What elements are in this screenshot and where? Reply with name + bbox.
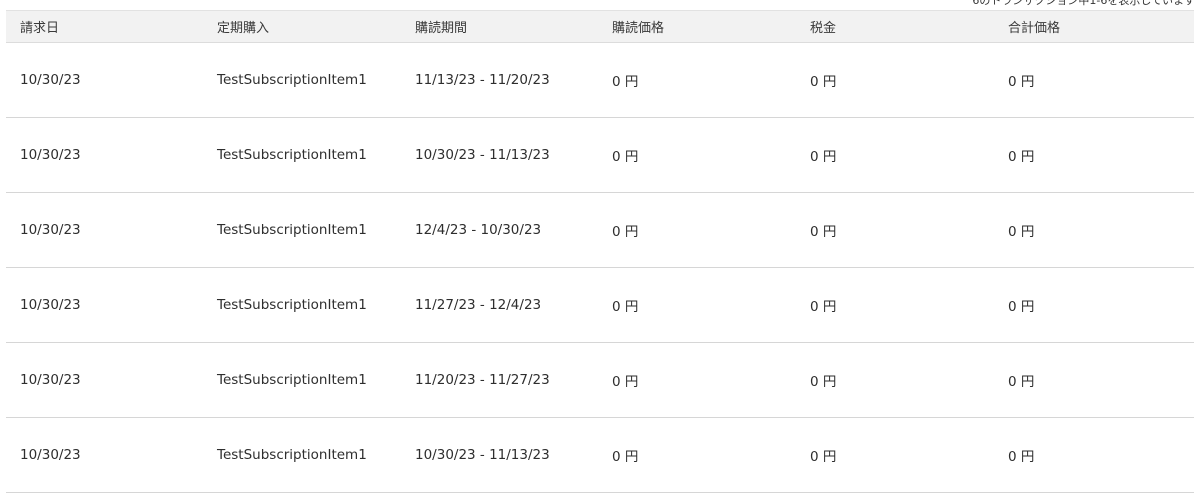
- cell-total-price: 0 円: [1008, 449, 1035, 465]
- cell-billing-date: 10/30/23: [20, 372, 81, 388]
- cell-billing-date: 10/30/23: [20, 297, 81, 313]
- cell-subscription: TestSubscriptionItem1: [217, 222, 367, 238]
- cell-billing-date: 10/30/23: [20, 222, 81, 238]
- cell-total-price: 0 円: [1008, 74, 1035, 90]
- header-subscription-price[interactable]: 購読価格: [600, 17, 798, 36]
- table-row[interactable]: 10/30/23 TestSubscriptionItem1 11/20/23 …: [6, 343, 1194, 418]
- cell-total-price: 0 円: [1008, 224, 1035, 240]
- cell-total-price: 0 円: [1008, 299, 1035, 315]
- header-subscription-period[interactable]: 購読期間: [402, 17, 600, 36]
- cell-subscription-price: 0 円: [612, 224, 639, 240]
- table-row[interactable]: 10/30/23 TestSubscriptionItem1 10/30/23 …: [6, 418, 1194, 493]
- cell-tax: 0 円: [810, 149, 837, 165]
- header-tax[interactable]: 税金: [798, 17, 996, 36]
- cell-tax: 0 円: [810, 449, 837, 465]
- cell-subscription: TestSubscriptionItem1: [217, 372, 367, 388]
- cell-tax: 0 円: [810, 374, 837, 390]
- table-row[interactable]: 10/30/23 TestSubscriptionItem1 11/27/23 …: [6, 268, 1194, 343]
- cell-billing-date: 10/30/23: [20, 147, 81, 163]
- cell-subscription-period: 11/20/23 - 11/27/23: [415, 372, 550, 388]
- cell-total-price: 0 円: [1008, 149, 1035, 165]
- cell-subscription-period: 11/13/23 - 11/20/23: [415, 72, 550, 88]
- cell-subscription: TestSubscriptionItem1: [217, 447, 367, 463]
- table-row[interactable]: 10/30/23 TestSubscriptionItem1 11/13/23 …: [6, 43, 1194, 118]
- transaction-history-page: 6のトランザクション中1-6を表示しています 請求日 定期購入 購読期間 購読価…: [0, 0, 1200, 499]
- header-total-price[interactable]: 合計価格: [996, 17, 1194, 36]
- cell-subscription-price: 0 円: [612, 149, 639, 165]
- cell-subscription-price: 0 円: [612, 449, 639, 465]
- cell-subscription-period: 11/27/23 - 12/4/23: [415, 297, 542, 313]
- cell-subscription: TestSubscriptionItem1: [217, 72, 367, 88]
- header-subscription[interactable]: 定期購入: [204, 17, 402, 36]
- table-row[interactable]: 10/30/23 TestSubscriptionItem1 12/4/23 -…: [6, 193, 1194, 268]
- cell-subscription-period: 10/30/23 - 11/13/23: [415, 147, 550, 163]
- cell-total-price: 0 円: [1008, 374, 1035, 390]
- table-row[interactable]: 10/30/23 TestSubscriptionItem1 10/30/23 …: [6, 118, 1194, 193]
- cell-billing-date: 10/30/23: [20, 72, 81, 88]
- cell-tax: 0 円: [810, 74, 837, 90]
- cell-subscription-period: 10/30/23 - 11/13/23: [415, 447, 550, 463]
- cell-billing-date: 10/30/23: [20, 447, 81, 463]
- transactions-table: 請求日 定期購入 購読期間 購読価格 税金 合計価格 10/30/23 Test…: [6, 10, 1194, 493]
- header-billing-date[interactable]: 請求日: [6, 17, 204, 36]
- cell-subscription-period: 12/4/23 - 10/30/23: [415, 222, 542, 238]
- table-header-row: 請求日 定期購入 購読期間 購読価格 税金 合計価格: [6, 10, 1194, 43]
- cell-tax: 0 円: [810, 299, 837, 315]
- cell-subscription-price: 0 円: [612, 374, 639, 390]
- pagination-summary: 6のトランザクション中1-6を表示しています: [972, 0, 1195, 7]
- cell-subscription-price: 0 円: [612, 74, 639, 90]
- cell-subscription: TestSubscriptionItem1: [217, 147, 367, 163]
- cell-tax: 0 円: [810, 224, 837, 240]
- cell-subscription: TestSubscriptionItem1: [217, 297, 367, 313]
- cell-subscription-price: 0 円: [612, 299, 639, 315]
